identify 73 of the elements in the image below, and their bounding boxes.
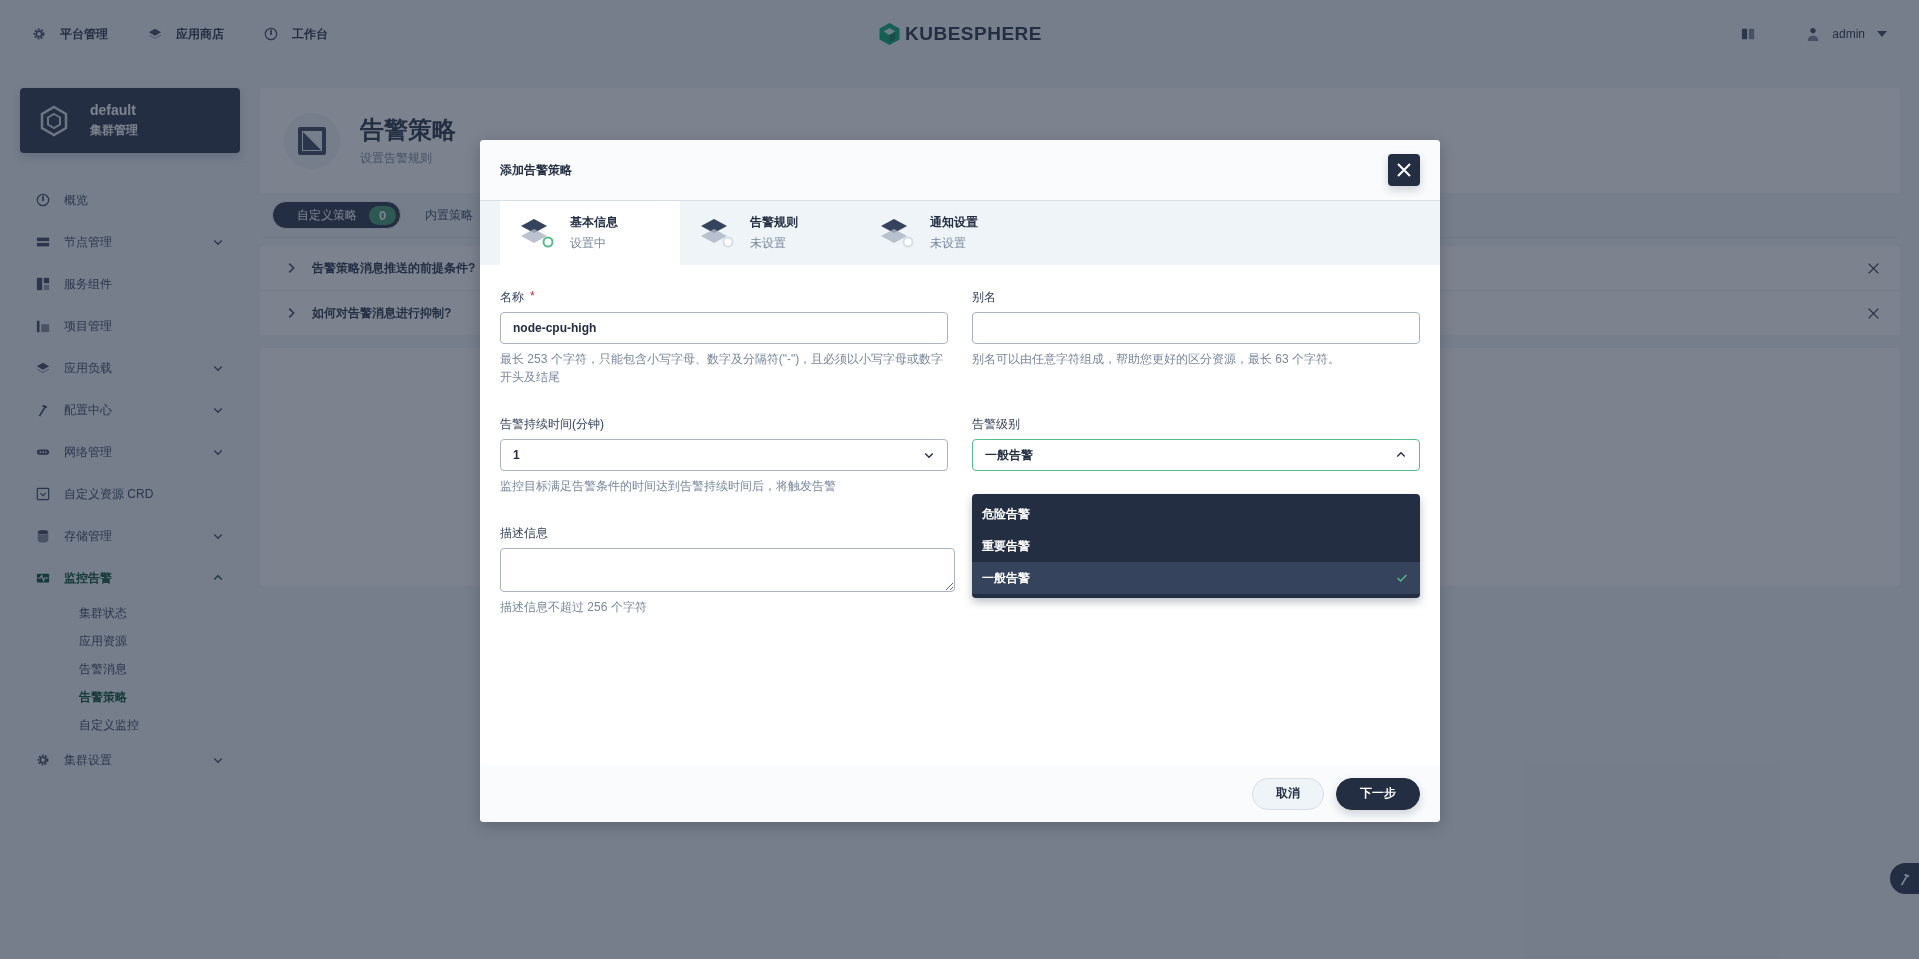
field-label: 告警级别	[972, 416, 1020, 433]
sidebar-subitem[interactable]: 应用资源	[20, 627, 240, 655]
check-icon	[1396, 572, 1408, 584]
page-title: 告警策略	[360, 115, 456, 145]
user-icon	[1806, 27, 1821, 41]
sidebar-item[interactable]: 自定义资源 CRD	[20, 473, 240, 515]
sidebar-subitem[interactable]: 告警策略	[20, 683, 240, 711]
cluster-icon	[38, 104, 70, 137]
step-tab[interactable]: 基本信息 设置中	[500, 201, 680, 265]
field-hint: 监控目标满足告警条件的时间达到告警持续时间后，将触发告警	[500, 478, 837, 495]
docs-button[interactable]	[1740, 27, 1757, 41]
server-icon	[36, 235, 50, 249]
sidebar-item[interactable]: 概览	[20, 179, 240, 221]
next-button[interactable]: 下一步	[1336, 777, 1420, 810]
nav-link[interactable]: 工作台	[264, 25, 328, 43]
gauge-icon	[36, 193, 50, 207]
sidebar-subitem[interactable]: 自定义监控	[20, 711, 240, 739]
nav-link[interactable]: 应用商店	[148, 25, 224, 43]
gauge-icon	[264, 27, 278, 41]
sidebar-item[interactable]: 监控告警	[20, 557, 240, 599]
select-field[interactable]: 一般告警	[972, 439, 1420, 471]
dialog-title: 添加告警策略	[500, 161, 572, 179]
step-tab[interactable]: 通知设置 未设置	[860, 201, 1040, 265]
close-icon	[1867, 306, 1880, 320]
pulse-icon	[36, 571, 50, 585]
hammer-icon	[36, 403, 50, 417]
field-label: 别名	[972, 289, 996, 306]
gear-icon	[36, 753, 50, 767]
cancel-button[interactable]: 取消	[1252, 777, 1324, 810]
toolbox-button[interactable]	[1890, 863, 1919, 894]
grid-icon	[36, 277, 50, 291]
sidebar-subitem[interactable]: 集群状态	[20, 599, 240, 627]
tab[interactable]: 自定义策略 0	[272, 201, 402, 229]
sidebar-item[interactable]: 配置中心	[20, 389, 240, 431]
dropdown-option[interactable]: 一般告警	[972, 562, 1420, 594]
step-tab[interactable]: 告警规则 未设置	[680, 201, 860, 265]
box-icon	[36, 487, 50, 501]
field-label: 告警持续时间(分钟)	[500, 416, 604, 433]
gear-icon	[32, 27, 46, 41]
close-icon	[1396, 162, 1412, 178]
description-field[interactable]	[500, 548, 955, 592]
cluster-card[interactable]: default 集群管理	[20, 88, 240, 153]
sidebar-item[interactable]: 集群设置	[20, 739, 240, 781]
field-hint: 别名可以由任意字符组成，帮助您更好的区分资源，最长 63 个字符。	[972, 351, 1341, 368]
close-icon	[1867, 261, 1880, 275]
policy-icon	[296, 124, 328, 157]
sidebar-subitem[interactable]: 告警消息	[20, 655, 240, 683]
cluster-subtitle: 集群管理	[90, 122, 138, 139]
select-field[interactable]: 1	[500, 439, 948, 471]
count-badge: 0	[369, 205, 397, 225]
text-field[interactable]	[972, 312, 1420, 344]
sidebar-item[interactable]: 服务组件	[20, 263, 240, 305]
cluster-name: default	[90, 102, 137, 118]
field-label: 描述信息	[500, 525, 548, 542]
sidebar-item[interactable]: 网络管理	[20, 431, 240, 473]
dropdown-option[interactable]: 危险告警	[972, 498, 1420, 530]
logo-text: KUBESPHERE	[905, 23, 1042, 45]
close-button[interactable]	[1388, 154, 1420, 186]
sidebar-item[interactable]: 项目管理	[20, 305, 240, 347]
nav-link[interactable]: 平台管理	[32, 25, 108, 43]
book-icon	[1740, 27, 1757, 41]
caret-icon	[1877, 31, 1887, 37]
sidebar-item[interactable]: 存储管理	[20, 515, 240, 557]
text-field[interactable]: node-cpu-high	[500, 312, 948, 344]
field-label: 名称	[500, 289, 524, 306]
logo-icon	[877, 22, 901, 46]
sidebar-item[interactable]: 应用负载	[20, 347, 240, 389]
required-mark: *	[530, 289, 535, 305]
user-menu[interactable]: admin	[1806, 27, 1887, 41]
field-hint: 最长 253 个字符，只能包含小写字母、数字及分隔符("-")，且必须以小写字母或数字开头及结尾	[500, 351, 945, 386]
sidebar-item[interactable]: 节点管理	[20, 221, 240, 263]
field-hint: 描述信息不超过 256 个字符	[500, 599, 648, 616]
dropdown-option[interactable]: 重要告警	[972, 530, 1420, 562]
